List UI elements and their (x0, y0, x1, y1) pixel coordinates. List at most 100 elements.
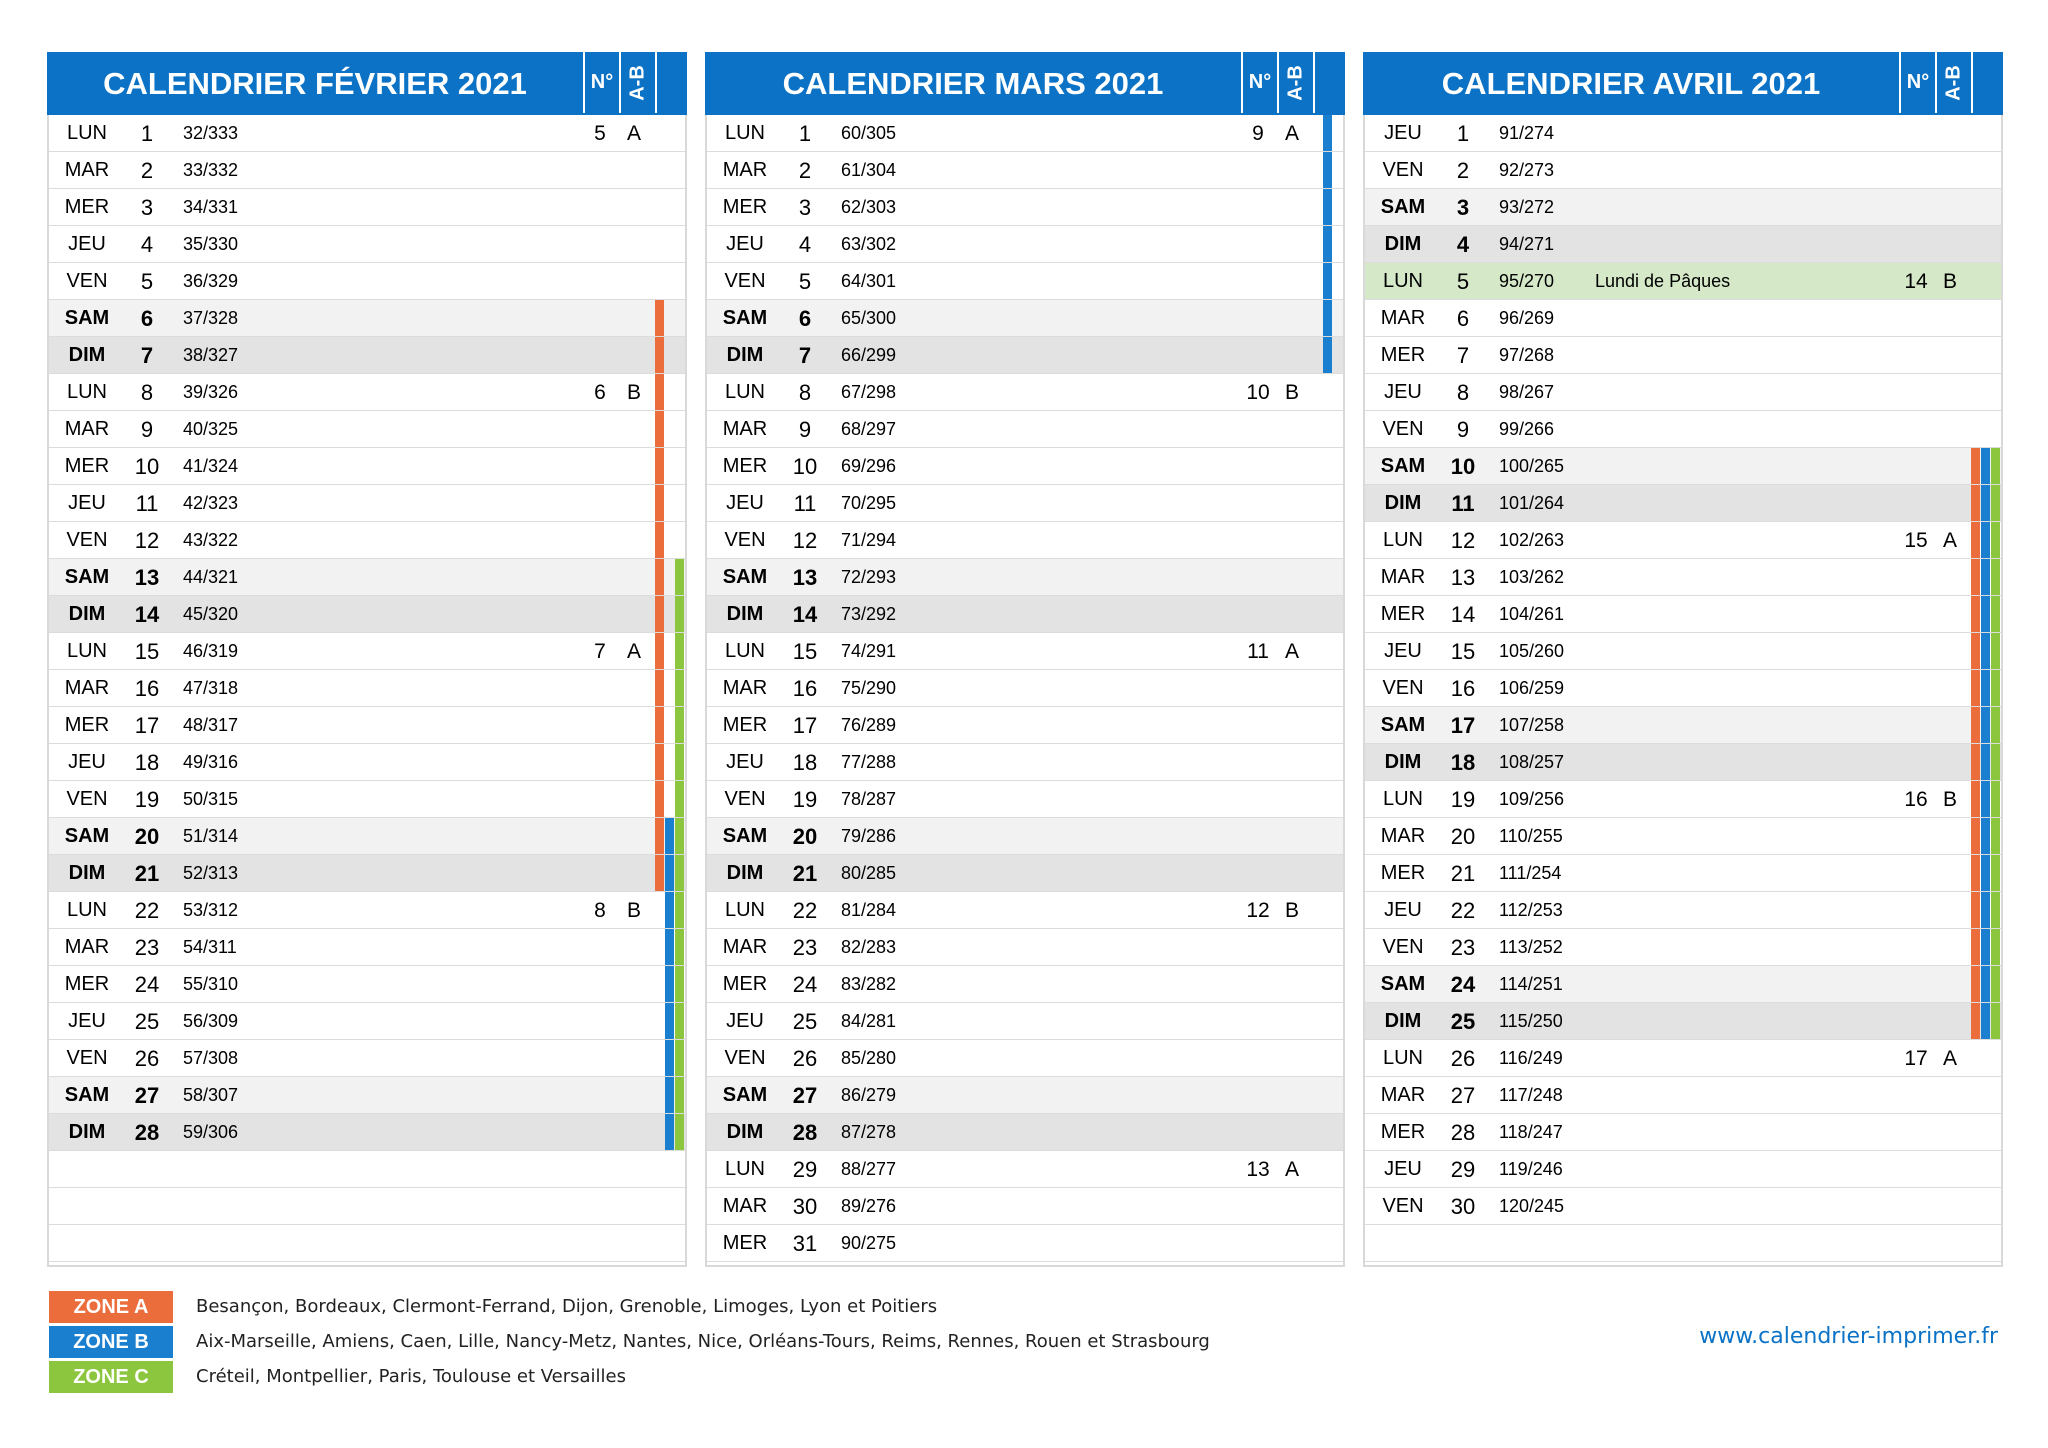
day-of-year: 35/330 (183, 234, 239, 254)
day-of-year: 49/316 (183, 752, 239, 772)
day-number: 1 (798, 121, 812, 146)
day-of-year: 65/300 (841, 308, 897, 328)
day-of-year: 110/255 (1499, 826, 1563, 846)
website-link[interactable]: www.calendrier-imprimer.fr (1699, 1324, 1998, 1349)
day-of-year: 90/275 (841, 1233, 897, 1253)
day-row: MER 17 48/317 (49, 707, 685, 744)
day-number: 28 (134, 1120, 160, 1145)
day-of-year: 51/314 (183, 826, 239, 846)
zone-a-holiday-bar (655, 374, 664, 411)
weekday-name: SAM (1380, 714, 1426, 736)
zone-c-holiday-bar (675, 559, 684, 596)
weekday-name: VEN (724, 529, 766, 551)
week-number: 5 (594, 122, 606, 145)
day-of-year: 60/305 (841, 123, 897, 143)
weekday-name: SAM (64, 566, 110, 588)
day-of-year: 63/302 (841, 234, 897, 254)
zone-c-holiday-bar (675, 1040, 684, 1077)
weekday-name: LUN (724, 1158, 765, 1180)
day-number: 22 (792, 898, 818, 923)
zone-a-holiday-bar (1971, 855, 1980, 892)
day-row: DIM 21 80/285 (707, 855, 1343, 892)
day-number: 27 (792, 1083, 818, 1108)
zone-b-holiday-bar (1981, 855, 1990, 892)
day-row: JEU 18 77/288 (707, 744, 1343, 781)
day-number: 18 (792, 750, 818, 775)
day-number: 25 (1450, 1009, 1476, 1034)
weekday-name: SAM (722, 307, 768, 329)
day-row: VEN 26 57/308 (49, 1040, 685, 1077)
day-number: 23 (1450, 935, 1476, 960)
zone-b-holiday-bar (1323, 300, 1332, 337)
day-row: MER 7 97/268 (1365, 337, 2001, 374)
day-row: JEU 4 35/330 (49, 226, 685, 263)
zone-c-holiday-bar (675, 633, 684, 670)
zone-b-holiday-bar (665, 855, 674, 892)
weekday-name: MAR (722, 418, 768, 440)
day-of-year: 81/284 (841, 900, 897, 920)
zone-a-holiday-bar (1971, 929, 1980, 966)
day-number: 2 (1456, 158, 1470, 183)
day-of-year: 82/283 (841, 937, 897, 957)
day-number: 20 (134, 824, 160, 849)
day-row: DIM 14 45/320 (49, 596, 685, 633)
day-of-year: 103/262 (1499, 567, 1565, 587)
day-row: MER 3 34/331 (49, 189, 685, 226)
zone-b-holiday-bar (1981, 929, 1990, 966)
week-ab-header-label: A-B (626, 64, 649, 101)
day-row: DIM 25 115/250 (1365, 1003, 2001, 1040)
day-number: 10 (792, 454, 818, 479)
day-of-year: 43/322 (183, 530, 239, 550)
day-row: JEU 4 63/302 (707, 226, 1343, 263)
day-of-year: 40/325 (183, 419, 239, 439)
day-of-year: 116/249 (1499, 1048, 1563, 1068)
weekday-name: MAR (64, 418, 110, 440)
day-of-year: 56/309 (183, 1011, 239, 1031)
weekday-name: MER (722, 455, 768, 477)
day-number: 23 (134, 935, 160, 960)
zone-c-holiday-bar (1991, 781, 2000, 818)
weekday-name: MER (64, 714, 110, 736)
day-number: 6 (798, 306, 812, 331)
day-of-year: 114/251 (1499, 974, 1563, 994)
weekday-name: DIM (726, 1121, 764, 1143)
month-header: CALENDRIER MARS 2021 N° A-B (705, 52, 1345, 115)
weekday-name: DIM (1384, 492, 1422, 514)
zone-c-holiday-bar (1991, 855, 2000, 892)
day-row: SAM 13 44/321 (49, 559, 685, 596)
day-of-year: 73/292 (841, 604, 897, 624)
month-panel: CALENDRIER MARS 2021 N° A-B LUN 1 60/305 9 A MAR… (705, 52, 1345, 1267)
zone-a-holiday-bar (1971, 892, 1980, 929)
day-number: 10 (134, 454, 160, 479)
week-ab-letter: A (626, 122, 641, 145)
weekday-name: MER (722, 714, 768, 736)
legend-zone-b-text: Aix-Marseille, Amiens, Caen, Lille, Nanc… (196, 1331, 1210, 1352)
legend-zone-a-text: Besançon, Bordeaux, Clermont-Ferrand, Di… (196, 1296, 938, 1317)
zone-a-holiday-bar (655, 411, 664, 448)
weekday-name: LUN (1382, 529, 1423, 551)
day-row: MAR 16 47/318 (49, 670, 685, 707)
week-ab-letter: B (1284, 381, 1299, 404)
day-row: MAR 9 68/297 (707, 411, 1343, 448)
day-of-year: 36/329 (183, 271, 239, 291)
weekday-name: JEU (68, 751, 106, 773)
week-ab-header-label: A-B (1284, 64, 1307, 101)
day-number: 4 (140, 232, 154, 257)
weekday-name: MER (64, 455, 110, 477)
day-row: SAM 24 114/251 (1365, 966, 2001, 1003)
day-of-year: 99/266 (1499, 419, 1555, 439)
day-of-year: 70/295 (841, 493, 897, 513)
month-title: CALENDRIER MARS 2021 (782, 66, 1164, 101)
zone-c-holiday-bar (1991, 744, 2000, 781)
weekday-name: MAR (722, 1195, 768, 1217)
weekday-name: VEN (1382, 159, 1424, 181)
week-ab-header-label: A-B (1942, 64, 1965, 101)
day-number: 1 (140, 121, 154, 146)
day-of-year: 69/296 (841, 456, 897, 476)
zone-b-holiday-bar (1981, 966, 1990, 1003)
zone-c-holiday-bar (1991, 929, 2000, 966)
weekday-name: DIM (726, 603, 764, 625)
weekday-name: JEU (1384, 1158, 1422, 1180)
day-of-year: 86/279 (841, 1085, 897, 1105)
zone-b-holiday-bar (665, 1040, 674, 1077)
